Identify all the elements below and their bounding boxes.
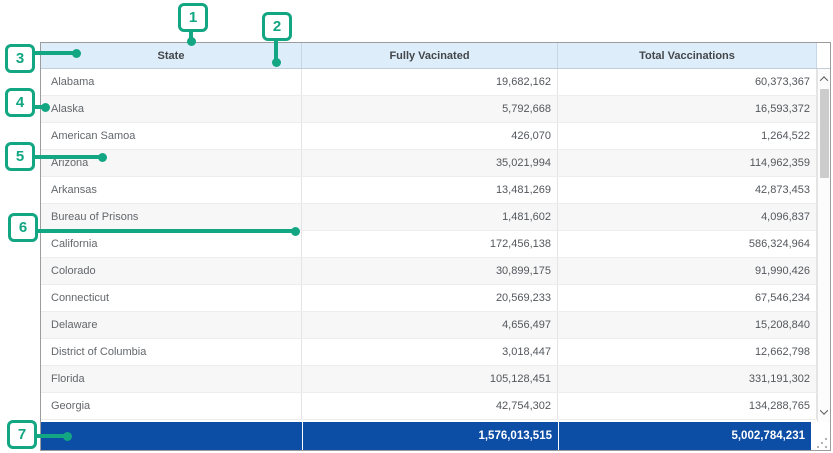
cell-total-vaccinations: 12,662,798 [558, 339, 817, 365]
annotation-5-connector [33, 155, 99, 159]
cell-fully-vaccinated: 13,481,269 [302, 177, 558, 203]
annotation-2-dot [272, 58, 281, 67]
table-row[interactable]: Georgia 42,754,302 134,288,765 [41, 393, 817, 420]
chevron-down-icon [820, 406, 828, 414]
cell-state: Alabama [41, 69, 302, 95]
cell-state: Connecticut [41, 285, 302, 311]
annotation-5-dot [98, 153, 107, 162]
cell-total-vaccinations: 67,546,234 [558, 285, 817, 311]
table-row[interactable]: District of Columbia 3,018,447 12,662,79… [41, 339, 817, 366]
table-row[interactable]: Arizona 35,021,994 114,962,359 [41, 150, 817, 177]
cell-state: Arkansas [41, 177, 302, 203]
annotation-6-dot [291, 227, 300, 236]
annotation-6-label-box: 6 [8, 213, 38, 242]
header-scrollbar-corner [817, 43, 830, 68]
cell-state: District of Columbia [41, 339, 302, 365]
scroll-down-button[interactable] [818, 404, 830, 420]
cell-total-vaccinations: 42,873,453 [558, 177, 817, 203]
chevron-up-icon [820, 76, 828, 84]
table-row[interactable]: Alaska 5,792,668 16,593,372 [41, 96, 817, 123]
cell-fully-vaccinated: 42,754,302 [302, 393, 558, 419]
cell-fully-vaccinated: 3,018,447 [302, 339, 558, 365]
annotation-5-label-box: 5 [5, 142, 35, 171]
column-header-fully-vaccinated[interactable]: Fully Vacinated [302, 43, 558, 68]
cell-total-vaccinations: 91,990,426 [558, 258, 817, 284]
table-row[interactable]: American Samoa 426,070 1,264,522 [41, 123, 817, 150]
table-row[interactable]: Delaware 4,656,497 15,208,840 [41, 312, 817, 339]
totals-cell-total-vaccinations: 5,002,784,231 [559, 422, 811, 450]
annotation-1-label-box: 1 [178, 3, 208, 32]
annotation-4-label-box: 4 [5, 88, 35, 117]
table-row[interactable]: Connecticut 20,569,233 67,546,234 [41, 285, 817, 312]
cell-total-vaccinations: 331,191,302 [558, 366, 817, 392]
cell-fully-vaccinated: 20,569,233 [302, 285, 558, 311]
cell-total-vaccinations: 60,373,367 [558, 69, 817, 95]
scroll-up-button[interactable] [818, 71, 830, 87]
cell-fully-vaccinated: 426,070 [302, 123, 558, 149]
cell-total-vaccinations: 586,324,964 [558, 231, 817, 257]
totals-cell-state [41, 422, 302, 450]
totals-cell-fully-vaccinated: 1,576,013,515 [303, 422, 558, 450]
table-row[interactable]: Alabama 19,682,162 60,373,367 [41, 69, 817, 96]
cell-fully-vaccinated: 1,481,602 [302, 204, 558, 230]
annotation-7-connector [35, 434, 65, 438]
cell-total-vaccinations: 114,962,359 [558, 150, 817, 176]
cell-fully-vaccinated: 19,682,162 [302, 69, 558, 95]
annotation-7-label-box: 7 [7, 420, 37, 449]
cell-total-vaccinations: 134,288,765 [558, 393, 817, 419]
table-row[interactable]: Colorado 30,899,175 91,990,426 [41, 258, 817, 285]
cell-total-vaccinations: 1,264,522 [558, 123, 817, 149]
cell-fully-vaccinated: 172,456,138 [302, 231, 558, 257]
cell-state: Arizona [41, 150, 302, 176]
table-body: Alabama 19,682,162 60,373,367 Alaska 5,7… [41, 69, 817, 420]
resize-grip-icon[interactable] [817, 437, 828, 448]
cell-total-vaccinations: 4,096,837 [558, 204, 817, 230]
annotation-4-dot [41, 103, 50, 112]
vertical-scrollbar[interactable] [817, 69, 830, 422]
scrollbar-thumb[interactable] [820, 89, 829, 178]
table-row[interactable]: Florida 105,128,451 331,191,302 [41, 366, 817, 393]
table-row[interactable]: California 172,456,138 586,324,964 [41, 231, 817, 258]
column-header-total-vaccinations[interactable]: Total Vaccinations [558, 43, 817, 68]
table-header-row: State Fully Vacinated Total Vaccinations [41, 43, 830, 69]
cell-total-vaccinations: 15,208,840 [558, 312, 817, 338]
cell-state: Delaware [41, 312, 302, 338]
table-row[interactable]: Arkansas 13,481,269 42,873,453 [41, 177, 817, 204]
cell-state: California [41, 231, 302, 257]
cell-fully-vaccinated: 5,792,668 [302, 96, 558, 122]
annotation-7-dot [63, 432, 72, 441]
cell-state: Colorado [41, 258, 302, 284]
annotation-2-connector [274, 39, 278, 59]
cell-state: Georgia [41, 393, 302, 419]
cell-total-vaccinations: 16,593,372 [558, 96, 817, 122]
cell-state: American Samoa [41, 123, 302, 149]
annotation-3-dot [72, 49, 81, 58]
annotation-2-label-box: 2 [262, 12, 292, 41]
cell-fully-vaccinated: 35,021,994 [302, 150, 558, 176]
annotation-1-dot [187, 37, 196, 46]
annotation-6-connector [36, 229, 292, 233]
annotation-3-connector [33, 51, 73, 55]
cell-state: Florida [41, 366, 302, 392]
annotation-3-label-box: 3 [5, 44, 35, 73]
cell-state: Bureau of Prisons [41, 204, 302, 230]
cell-fully-vaccinated: 105,128,451 [302, 366, 558, 392]
table-row[interactable]: Bureau of Prisons 1,481,602 4,096,837 [41, 204, 817, 231]
totals-row: 1,576,013,515 5,002,784,231 [41, 422, 811, 450]
vaccination-table: State Fully Vacinated Total Vaccinations… [40, 42, 831, 451]
cell-state: Alaska [41, 96, 302, 122]
cell-fully-vaccinated: 4,656,497 [302, 312, 558, 338]
cell-fully-vaccinated: 30,899,175 [302, 258, 558, 284]
